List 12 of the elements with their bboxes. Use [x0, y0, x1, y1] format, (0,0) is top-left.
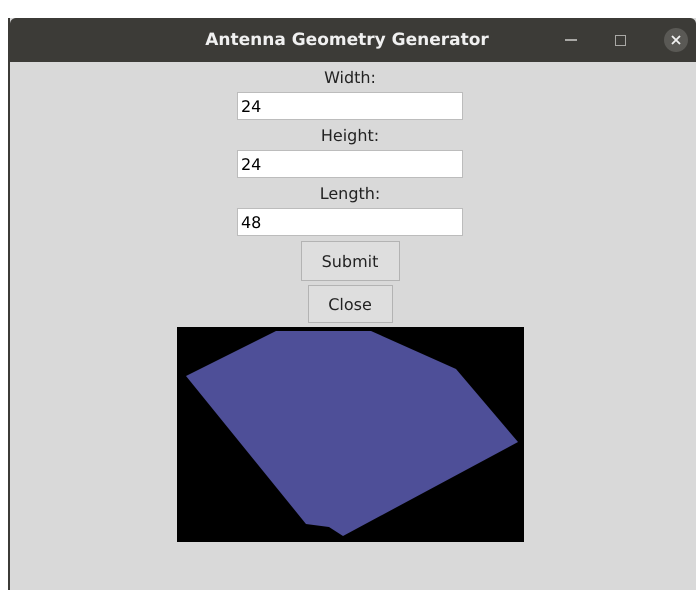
window-title: Antenna Geometry Generator [205, 30, 489, 50]
input-field[interactable]: 48 [237, 208, 463, 236]
field-label: Height: [320, 125, 380, 147]
input-field[interactable]: 24 [237, 150, 463, 178]
action-button[interactable]: Submit [300, 241, 400, 281]
close-icon[interactable] [664, 28, 688, 52]
field-label: Width: [324, 67, 376, 89]
field-label: Length: [320, 183, 380, 205]
maximize-icon[interactable] [615, 34, 626, 46]
action-button[interactable]: Close [308, 285, 392, 323]
input-field[interactable]: 24 [237, 92, 463, 120]
minimize-icon[interactable] [565, 38, 577, 42]
